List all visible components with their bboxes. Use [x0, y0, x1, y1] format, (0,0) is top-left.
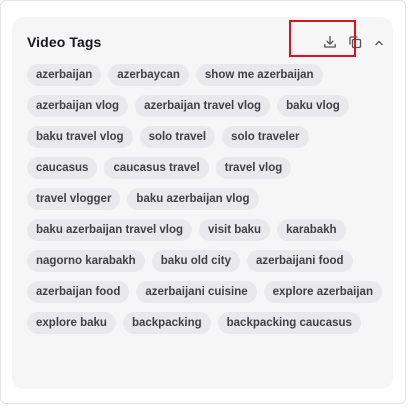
tag-chip[interactable]: azerbaijan food	[27, 281, 130, 303]
tag-chip[interactable]: explore azerbaijan	[263, 281, 382, 303]
tag-chip[interactable]: visit baku	[199, 219, 271, 241]
tag-chip[interactable]: travel vlogger	[27, 188, 121, 210]
tag-chip[interactable]: azerbaijan travel vlog	[135, 95, 271, 117]
tag-chip[interactable]: backpacking caucasus	[217, 312, 361, 334]
tag-chip[interactable]: travel vlog	[215, 157, 292, 179]
tag-chip[interactable]: show me azerbaijan	[195, 64, 323, 86]
tag-chip[interactable]: karabakh	[277, 219, 346, 241]
tag-chip[interactable]: azerbaijan	[27, 64, 102, 86]
tag-chip[interactable]: nagorno karabakh	[27, 250, 145, 272]
tag-chip[interactable]: explore baku	[27, 312, 116, 334]
tag-chip[interactable]: solo travel	[139, 126, 216, 148]
tag-chip[interactable]: backpacking	[122, 312, 211, 334]
tag-chip[interactable]: azerbaijan vlog	[27, 95, 129, 117]
tag-chip[interactable]: baku old city	[151, 250, 240, 272]
tag-list: azerbaijan azerbaycan show me azerbaijan az…	[27, 64, 383, 334]
tag-chip[interactable]: baku azerbaijan travel vlog	[27, 219, 193, 241]
highlight-box	[289, 20, 356, 57]
tag-chip[interactable]: baku vlog	[277, 95, 349, 117]
tag-chip[interactable]: azerbaijani cuisine	[136, 281, 257, 303]
tag-chip[interactable]: caucasus	[27, 157, 98, 179]
tag-chip[interactable]: caucasus travel	[104, 157, 209, 179]
tag-chip[interactable]: baku travel vlog	[27, 126, 133, 148]
tag-chip[interactable]: baku azerbaijan vlog	[127, 188, 259, 210]
section-title: Video Tags	[27, 34, 102, 50]
chevron-up-icon[interactable]	[369, 33, 389, 53]
tag-chip[interactable]: azerbaijani food	[247, 250, 353, 272]
tag-chip[interactable]: azerbaycan	[108, 64, 189, 86]
tag-chip[interactable]: solo traveler	[222, 126, 309, 148]
video-tags-panel: Video Tags azerbaijan azerbaycan show me a…	[12, 17, 393, 389]
